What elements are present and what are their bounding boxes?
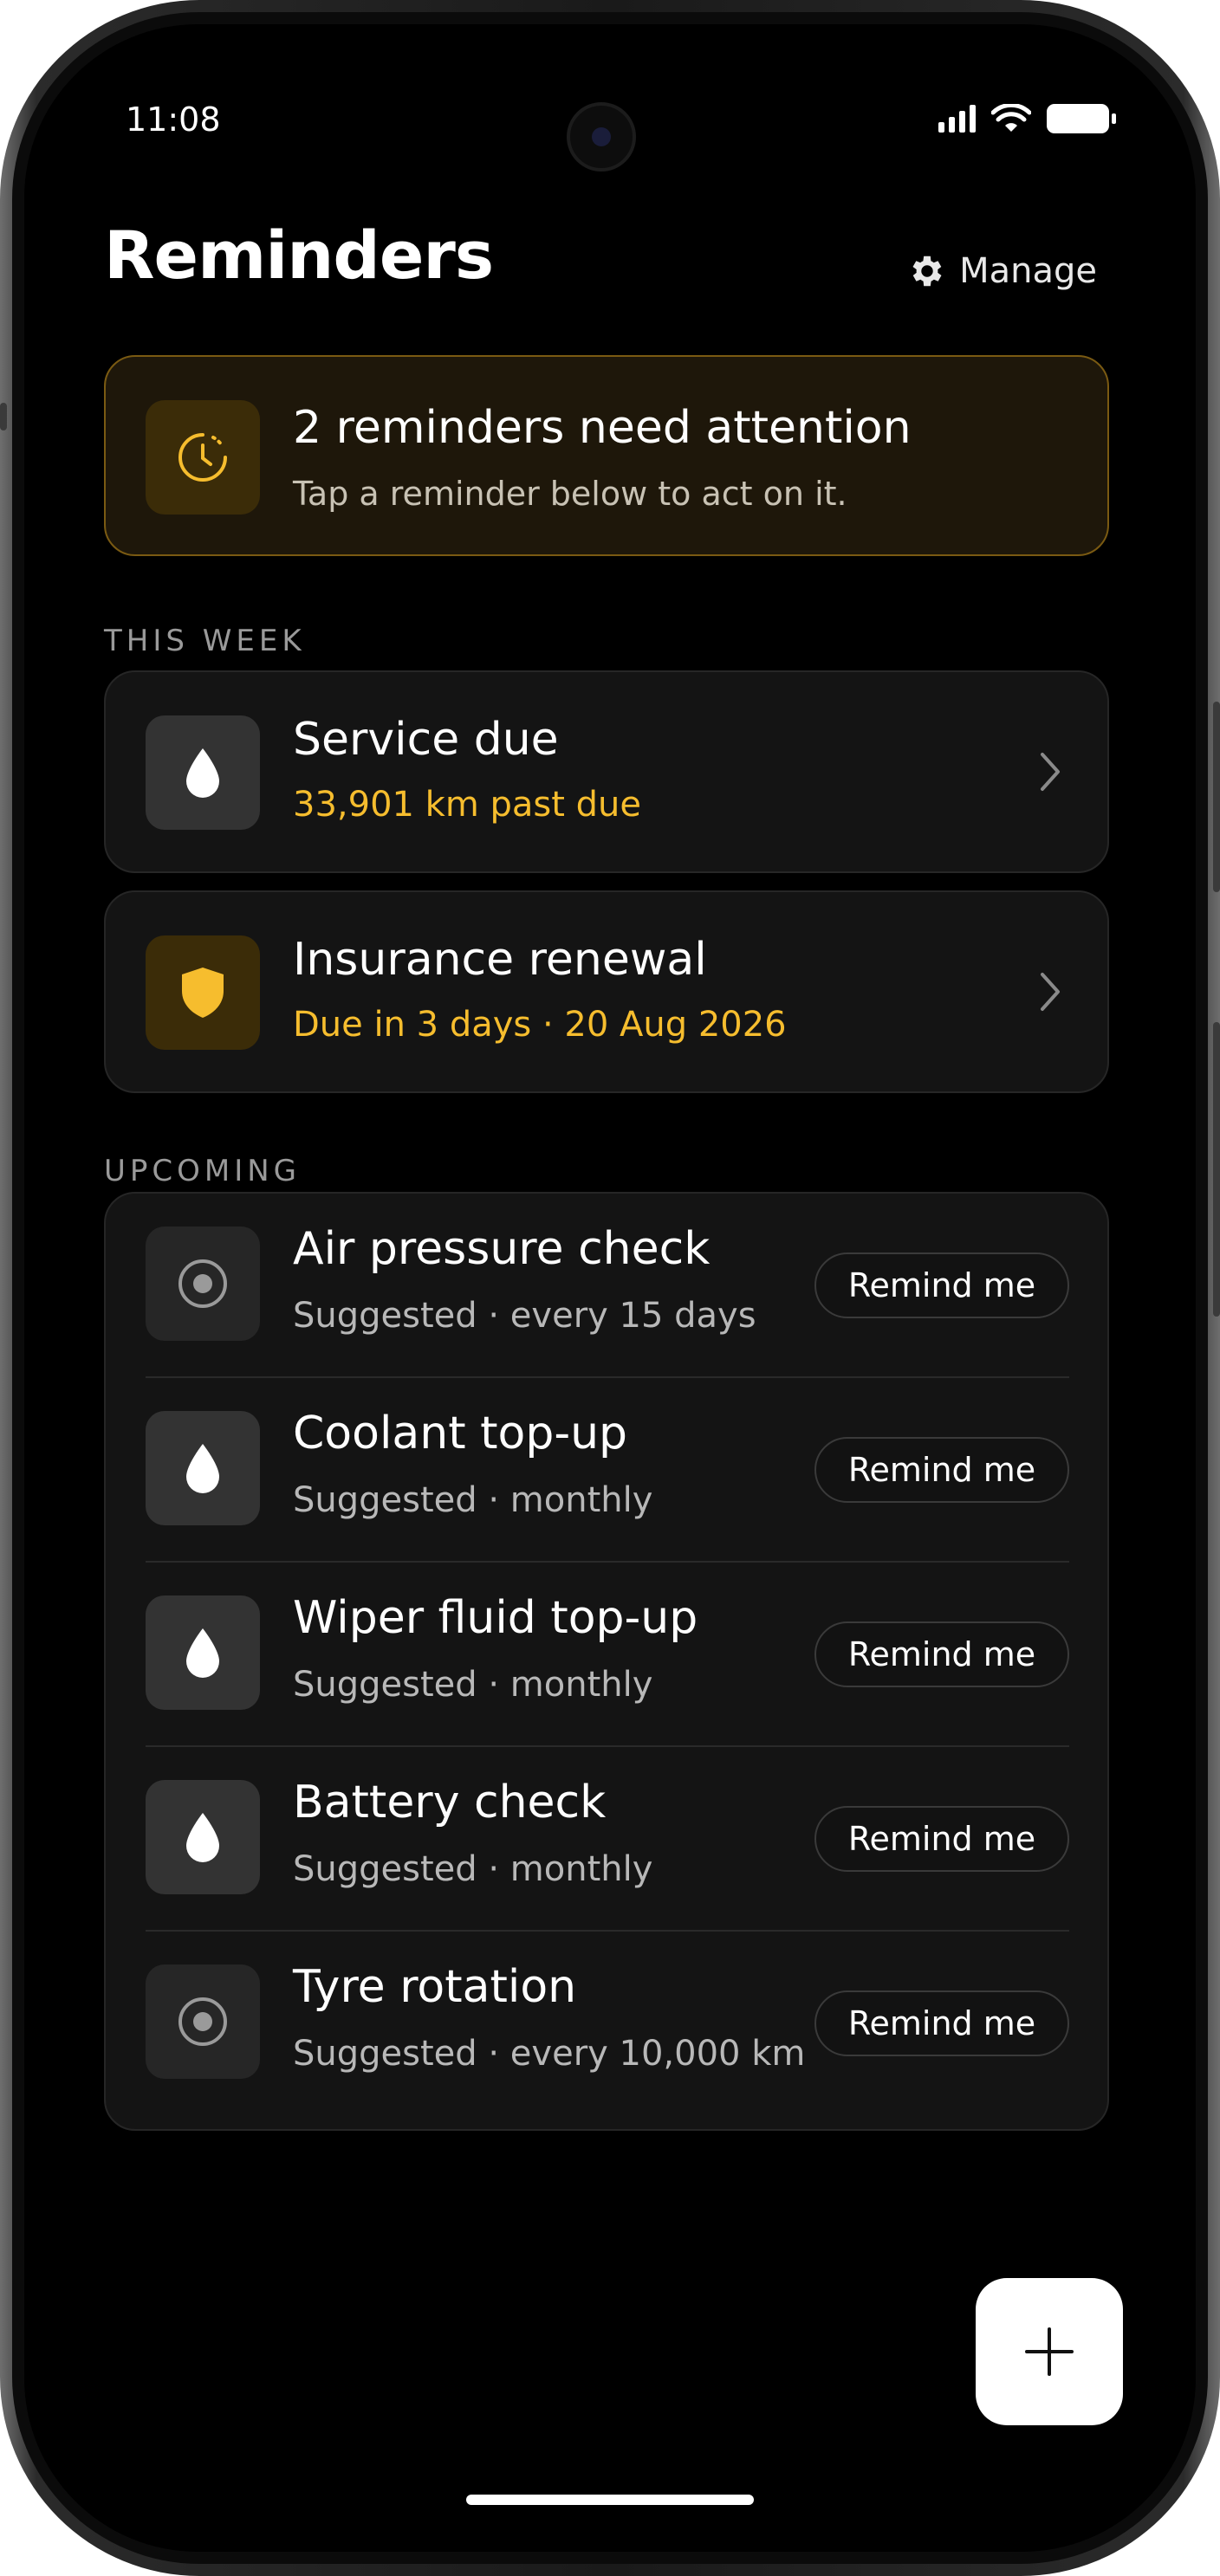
battery-icon <box>1047 104 1116 133</box>
row-icon-container <box>146 1595 260 1710</box>
page-title: Reminders <box>104 217 494 294</box>
upcoming-list: Air pressure check Suggested · every 15 … <box>104 1192 1109 2131</box>
drop-icon <box>186 1444 219 1493</box>
power-button <box>1213 702 1220 892</box>
gear-icon <box>912 256 942 287</box>
remind-me-button[interactable]: Remind me <box>814 1990 1069 2056</box>
row-subtitle: Suggested · every 15 days <box>293 1296 756 1336</box>
chevron-right-icon <box>1041 753 1060 791</box>
row-title: Coolant top-up <box>293 1408 628 1460</box>
card-subtitle: Due in 3 days · 20 Aug 2026 <box>293 1005 787 1045</box>
row-subtitle: Suggested · monthly <box>293 1665 653 1705</box>
remind-me-button[interactable]: Remind me <box>814 1252 1069 1318</box>
row-subtitle: Suggested · every 10,000 km <box>293 2034 806 2074</box>
row-title: Air pressure check <box>293 1223 711 1275</box>
list-item[interactable]: Coolant top-up Suggested · monthly Remin… <box>106 1378 1107 1563</box>
row-title: Wiper fluid top-up <box>293 1592 698 1644</box>
status-icons <box>938 104 1116 133</box>
drop-icon <box>186 1628 219 1678</box>
row-subtitle: Suggested · monthly <box>293 1480 653 1520</box>
list-item[interactable]: Battery check Suggested · monthly Remind… <box>106 1747 1107 1932</box>
remind-me-button[interactable]: Remind me <box>814 1806 1069 1872</box>
card-title: Insurance renewal <box>293 934 707 986</box>
front-camera <box>567 102 636 172</box>
row-subtitle: Suggested · monthly <box>293 1849 653 1889</box>
status-time: 11:08 <box>126 100 221 139</box>
card-title: Service due <box>293 714 559 766</box>
section-label-upcoming: UPCOMING <box>104 1154 302 1188</box>
section-label-this-week: THIS WEEK <box>104 624 306 658</box>
list-item[interactable]: Air pressure check Suggested · every 15 … <box>106 1194 1107 1378</box>
action-button <box>0 403 7 430</box>
remind-me-button[interactable]: Remind me <box>814 1437 1069 1503</box>
remind-me-button[interactable]: Remind me <box>814 1621 1069 1687</box>
card-icon-container <box>146 715 260 830</box>
drop-icon <box>186 748 219 798</box>
reminder-card-insurance-renewal[interactable]: Insurance renewal Due in 3 days · 20 Aug… <box>104 890 1109 1093</box>
attention-banner: 2 reminders need attention Tap a reminde… <box>104 355 1109 556</box>
banner-subtitle: Tap a reminder below to act on it. <box>293 475 847 513</box>
list-item[interactable]: Tyre rotation Suggested · every 10,000 k… <box>106 1932 1107 2116</box>
drop-icon <box>186 1813 219 1862</box>
banner-icon-container <box>146 400 260 515</box>
manage-button[interactable]: Manage <box>907 251 1097 291</box>
row-title: Tyre rotation <box>293 1961 577 2013</box>
shield-icon <box>182 968 224 1018</box>
reminder-card-service-due[interactable]: Service due 33,901 km past due <box>104 670 1109 873</box>
home-indicator[interactable] <box>466 2495 754 2505</box>
row-title: Battery check <box>293 1777 607 1828</box>
add-reminder-button[interactable] <box>976 2278 1123 2425</box>
row-icon-container <box>146 1780 260 1894</box>
card-subtitle: 33,901 km past due <box>293 785 642 825</box>
cellular-signal-icon <box>938 105 976 133</box>
target-icon <box>178 1997 227 2046</box>
banner-title: 2 reminders need attention <box>293 402 912 454</box>
row-icon-container <box>146 1411 260 1525</box>
manage-label: Manage <box>959 251 1097 291</box>
wifi-icon <box>991 104 1031 132</box>
clock-icon <box>178 433 227 482</box>
screen: 11:08 Reminders Manage 2 reminders need … <box>24 24 1196 2552</box>
plus-icon <box>1025 2327 1074 2376</box>
row-icon-container <box>146 1227 260 1341</box>
row-icon-container <box>146 1964 260 2079</box>
target-icon <box>178 1259 227 1308</box>
camera-control-button <box>1213 1022 1220 1317</box>
chevron-right-icon <box>1041 973 1060 1011</box>
list-item[interactable]: Wiper fluid top-up Suggested · monthly R… <box>106 1563 1107 1747</box>
card-icon-container <box>146 935 260 1050</box>
